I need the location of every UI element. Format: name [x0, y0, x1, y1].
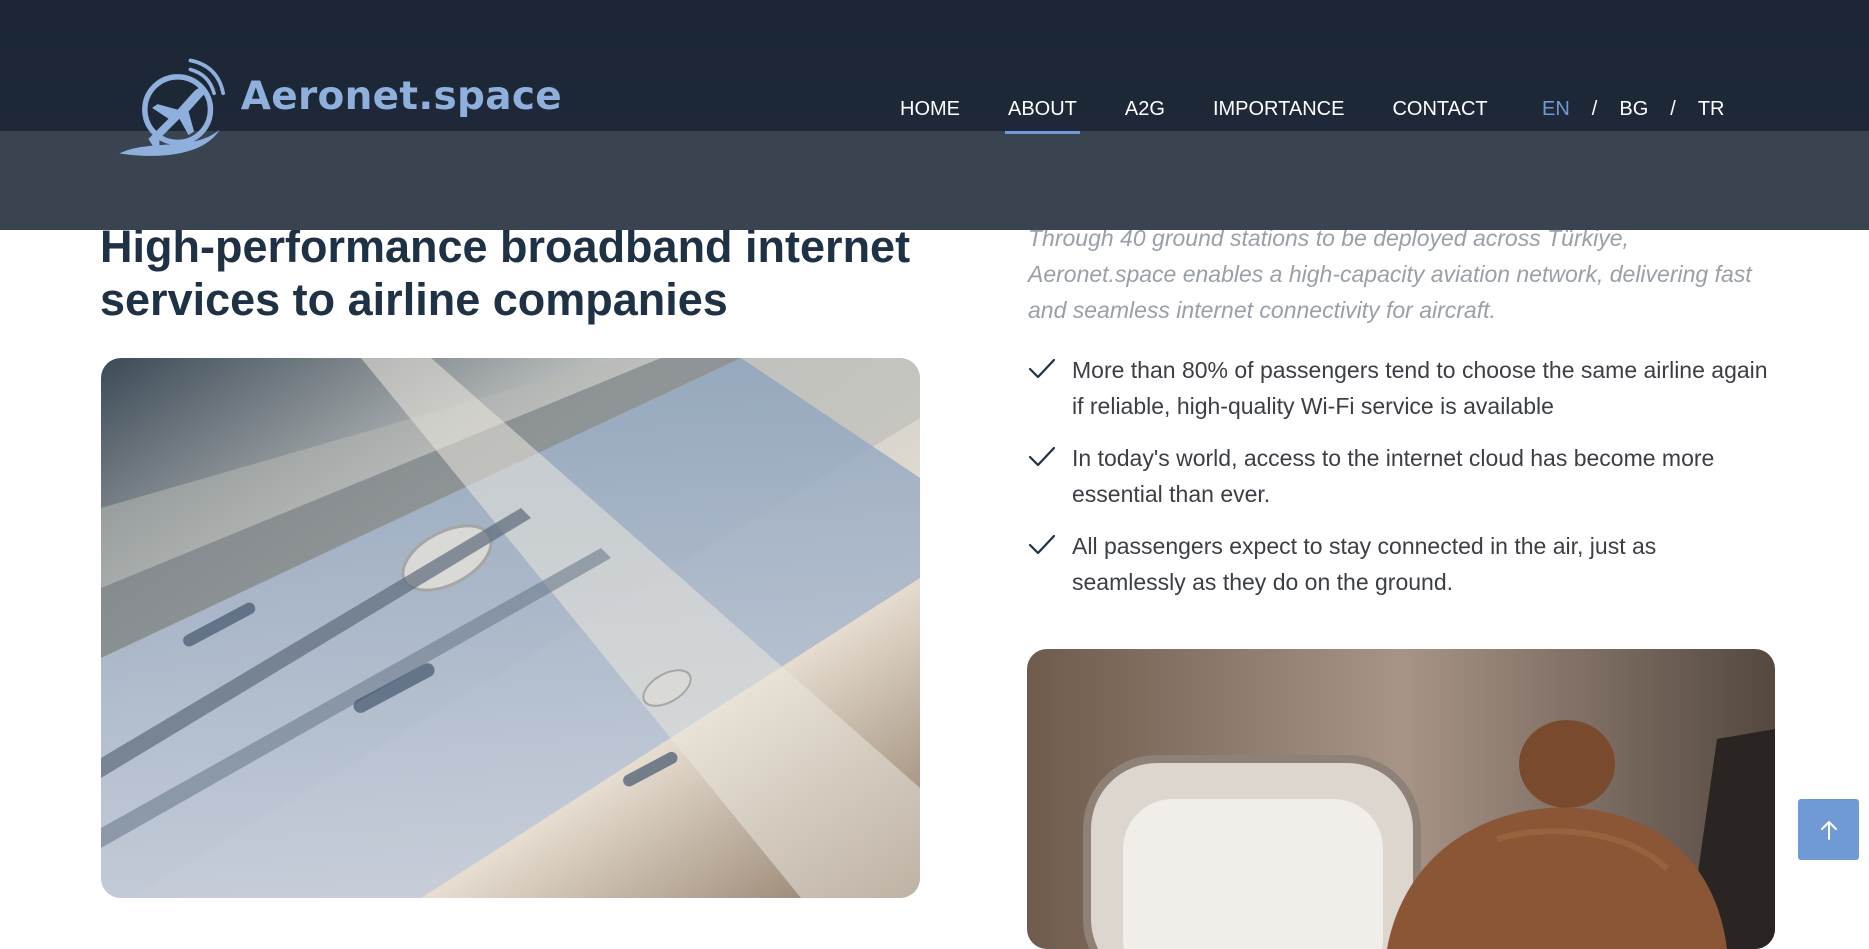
- nav-about[interactable]: ABOUT: [1005, 98, 1080, 134]
- lang-tr[interactable]: TR: [1698, 98, 1725, 131]
- language-switcher: EN / BG / TR: [1542, 98, 1725, 131]
- nav-home[interactable]: HOME: [900, 98, 960, 131]
- lang-bg[interactable]: BG: [1619, 98, 1648, 131]
- list-item-text: More than 80% of passengers tend to choo…: [1072, 357, 1768, 419]
- main-nav: HOME ABOUT A2G IMPORTANCE CONTACT: [900, 98, 1536, 134]
- about-lead: Through 40 ground stations to be deploye…: [1028, 225, 1752, 323]
- plane-globe-signal-icon: [119, 58, 226, 156]
- check-icon: [1028, 446, 1056, 467]
- lang-separator: /: [1670, 98, 1676, 120]
- passenger-photo: [1027, 649, 1775, 949]
- lang-separator: /: [1591, 98, 1598, 120]
- cabin-photo: [101, 358, 920, 898]
- list-item: In today's world, access to the internet…: [1028, 440, 1768, 512]
- about-heading: High-performance broadband internet serv…: [100, 221, 911, 325]
- list-item-text: All passengers expect to stay connected …: [1072, 533, 1657, 595]
- list-item: All passengers expect to stay connected …: [1028, 528, 1768, 600]
- site-header: Aeronet.space HOME ABOUT A2G IMPORTANCE …: [0, 0, 1869, 230]
- list-item-text: In today's world, access to the internet…: [1072, 445, 1715, 507]
- brand-name: Aeronet.space: [240, 73, 562, 119]
- check-icon: [1028, 534, 1056, 555]
- list-item: More than 80% of passengers tend to choo…: [1028, 352, 1768, 424]
- lang-en[interactable]: EN: [1542, 98, 1570, 131]
- nav-contact[interactable]: CONTACT: [1392, 98, 1487, 131]
- check-icon: [1028, 358, 1056, 379]
- nav-a2g[interactable]: A2G: [1125, 98, 1165, 131]
- brand-logo-link[interactable]: Aeronet.space: [112, 46, 562, 166]
- benefits-list: More than 80% of passengers tend to choo…: [1028, 352, 1768, 616]
- nav-importance[interactable]: IMPORTANCE: [1213, 98, 1345, 131]
- scroll-to-top-button[interactable]: [1798, 799, 1859, 860]
- arrow-up-icon: [1820, 820, 1837, 840]
